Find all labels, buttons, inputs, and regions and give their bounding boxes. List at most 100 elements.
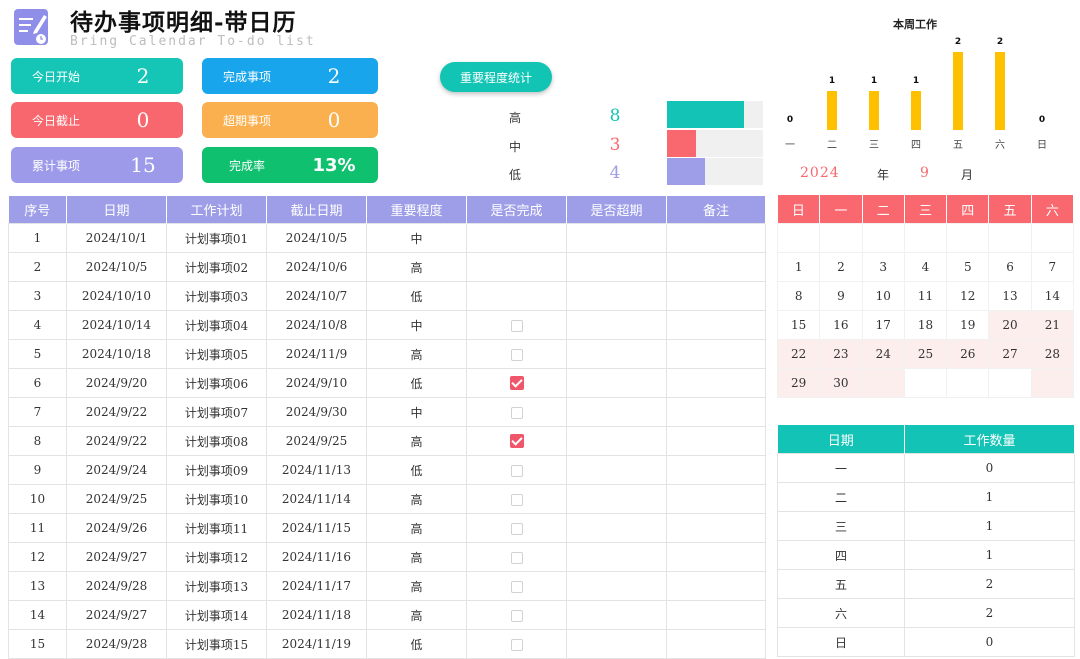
- cell-plan[interactable]: 计划事项07: [166, 397, 267, 427]
- table-row[interactable]: 5 2024/10/18 计划事项05 2024/11/9 高: [8, 339, 766, 369]
- cell-notes[interactable]: [666, 600, 766, 630]
- table-row[interactable]: 11 2024/9/26 计划事项11 2024/11/15 高: [8, 513, 766, 543]
- cell-plan[interactable]: 计划事项13: [166, 571, 267, 601]
- unchecked-checkbox[interactable]: [510, 551, 523, 564]
- calendar-day[interactable]: 5: [946, 252, 990, 282]
- week-bar-label: 三: [869, 140, 879, 151]
- unchecked-checkbox[interactable]: [510, 348, 523, 361]
- cell-notes[interactable]: [666, 513, 766, 543]
- unchecked-checkbox[interactable]: [510, 522, 523, 535]
- cell-notes[interactable]: [666, 629, 766, 659]
- table-row[interactable]: 1 2024/10/1 计划事项01 2024/10/5 中: [8, 223, 766, 253]
- cell-notes[interactable]: [666, 484, 766, 514]
- unchecked-checkbox[interactable]: [510, 580, 523, 593]
- calendar-day[interactable]: 24: [861, 339, 905, 369]
- calendar-day[interactable]: 14: [1030, 281, 1075, 311]
- unchecked-checkbox[interactable]: [510, 464, 523, 477]
- calendar-day[interactable]: 18: [903, 310, 948, 340]
- calendar-day[interactable]: 8: [776, 281, 821, 311]
- calendar-day[interactable]: 25: [903, 339, 948, 369]
- cell-plan[interactable]: 计划事项14: [166, 600, 267, 630]
- cell-plan[interactable]: 计划事项05: [166, 339, 267, 369]
- cell-plan[interactable]: 计划事项15: [166, 629, 267, 659]
- cell-plan[interactable]: 计划事项01: [166, 223, 267, 253]
- unchecked-checkbox[interactable]: [510, 319, 523, 332]
- cell-notes[interactable]: [666, 339, 766, 369]
- cell-plan[interactable]: 计划事项09: [166, 455, 267, 485]
- calendar-day[interactable]: 22: [776, 339, 821, 369]
- calendar-day[interactable]: 28: [1030, 339, 1075, 369]
- checked-checkbox[interactable]: [509, 376, 524, 391]
- calendar-day[interactable]: 11: [903, 281, 948, 311]
- cell-plan[interactable]: 计划事项10: [166, 484, 267, 514]
- cell-plan[interactable]: 计划事项11: [166, 513, 267, 543]
- table-row[interactable]: 9 2024/9/24 计划事项09 2024/11/13 低: [8, 455, 766, 485]
- calendar-day[interactable]: 26: [946, 339, 990, 369]
- table-row[interactable]: 12 2024/9/27 计划事项12 2024/11/16 高: [8, 542, 766, 572]
- calendar-day[interactable]: 23: [819, 339, 863, 369]
- calendar-day[interactable]: 27: [988, 339, 1032, 369]
- table-row[interactable]: 6 2024/9/20 计划事项06 2024/9/10 低: [8, 368, 766, 398]
- calendar-day[interactable]: 13: [988, 281, 1032, 311]
- cell-count: 1: [904, 511, 1075, 541]
- cell-plan[interactable]: 计划事项06: [166, 368, 267, 398]
- cell-overdue: [566, 571, 667, 601]
- cell-notes[interactable]: [666, 310, 766, 340]
- calendar-day[interactable]: 10: [861, 281, 905, 311]
- unchecked-checkbox[interactable]: [510, 406, 523, 419]
- calendar-day[interactable]: 6: [988, 252, 1032, 282]
- calendar-day: [861, 368, 905, 398]
- calendar-day[interactable]: 3: [861, 252, 905, 282]
- calendar-day[interactable]: 17: [861, 310, 905, 340]
- table-row[interactable]: 8 2024/9/22 计划事项08 2024/9/25 高: [8, 426, 766, 456]
- calendar-day[interactable]: 9: [819, 281, 863, 311]
- unchecked-checkbox[interactable]: [510, 638, 523, 651]
- cell-notes[interactable]: [666, 368, 766, 398]
- table-row[interactable]: 13 2024/9/28 计划事项13 2024/11/17 高: [8, 571, 766, 601]
- table-row[interactable]: 7 2024/9/22 计划事项07 2024/9/30 中: [8, 397, 766, 427]
- calendar-day[interactable]: 29: [776, 368, 821, 398]
- cell-notes[interactable]: [666, 252, 766, 282]
- cell-notes[interactable]: [666, 397, 766, 427]
- importance-stats-button[interactable]: 重要程度统计: [440, 62, 552, 92]
- table-row[interactable]: 4 2024/10/14 计划事项04 2024/10/8 中: [8, 310, 766, 340]
- cell-plan[interactable]: 计划事项03: [166, 281, 267, 311]
- table-row[interactable]: 2 2024/10/5 计划事项02 2024/10/6 高: [8, 252, 766, 282]
- cell-date: 2024/10/1: [66, 223, 167, 253]
- cell-plan[interactable]: 计划事项08: [166, 426, 267, 456]
- calendar-day[interactable]: 15: [776, 310, 821, 340]
- checked-checkbox[interactable]: [509, 434, 524, 449]
- stat-card-total[interactable]: 累计事项 15: [11, 147, 183, 183]
- calendar-day[interactable]: 21: [1030, 310, 1075, 340]
- cell-plan[interactable]: 计划事项12: [166, 542, 267, 572]
- table-row[interactable]: 3 2024/10/10 计划事项03 2024/10/7 低: [8, 281, 766, 311]
- calendar-day[interactable]: 1: [776, 252, 821, 282]
- cell-notes[interactable]: [666, 455, 766, 485]
- calendar-day[interactable]: 20: [988, 310, 1032, 340]
- cell-notes[interactable]: [666, 426, 766, 456]
- stat-card-completed[interactable]: 完成事项 2: [202, 58, 378, 94]
- calendar-day[interactable]: 2: [819, 252, 863, 282]
- stat-card-today-start[interactable]: 今日开始 2: [11, 58, 183, 94]
- calendar-day[interactable]: 16: [819, 310, 863, 340]
- cell-notes[interactable]: [666, 571, 766, 601]
- unchecked-checkbox[interactable]: [510, 493, 523, 506]
- calendar-day[interactable]: 19: [946, 310, 990, 340]
- table-row[interactable]: 14 2024/9/27 计划事项14 2024/11/18 高: [8, 600, 766, 630]
- cell-plan[interactable]: 计划事项04: [166, 310, 267, 340]
- cell-notes[interactable]: [666, 281, 766, 311]
- calendar-day[interactable]: 30: [819, 368, 863, 398]
- stat-card-overdue[interactable]: 超期事项 0: [202, 102, 378, 138]
- calendar-day[interactable]: 12: [946, 281, 990, 311]
- calendar-day[interactable]: 4: [903, 252, 948, 282]
- stat-card-completion-rate[interactable]: 完成率 13%: [202, 147, 378, 183]
- table-row[interactable]: 15 2024/9/28 计划事项15 2024/11/19 低: [8, 629, 766, 659]
- stat-card-today-due[interactable]: 今日截止 0: [11, 102, 183, 138]
- unchecked-checkbox[interactable]: [510, 609, 523, 622]
- cell-notes[interactable]: [666, 223, 766, 253]
- table-row[interactable]: 10 2024/9/25 计划事项10 2024/11/14 高: [8, 484, 766, 514]
- cell-plan[interactable]: 计划事项02: [166, 252, 267, 282]
- calendar-day[interactable]: 7: [1030, 252, 1075, 282]
- header-count: 工作数量: [904, 425, 1075, 454]
- cell-notes[interactable]: [666, 542, 766, 572]
